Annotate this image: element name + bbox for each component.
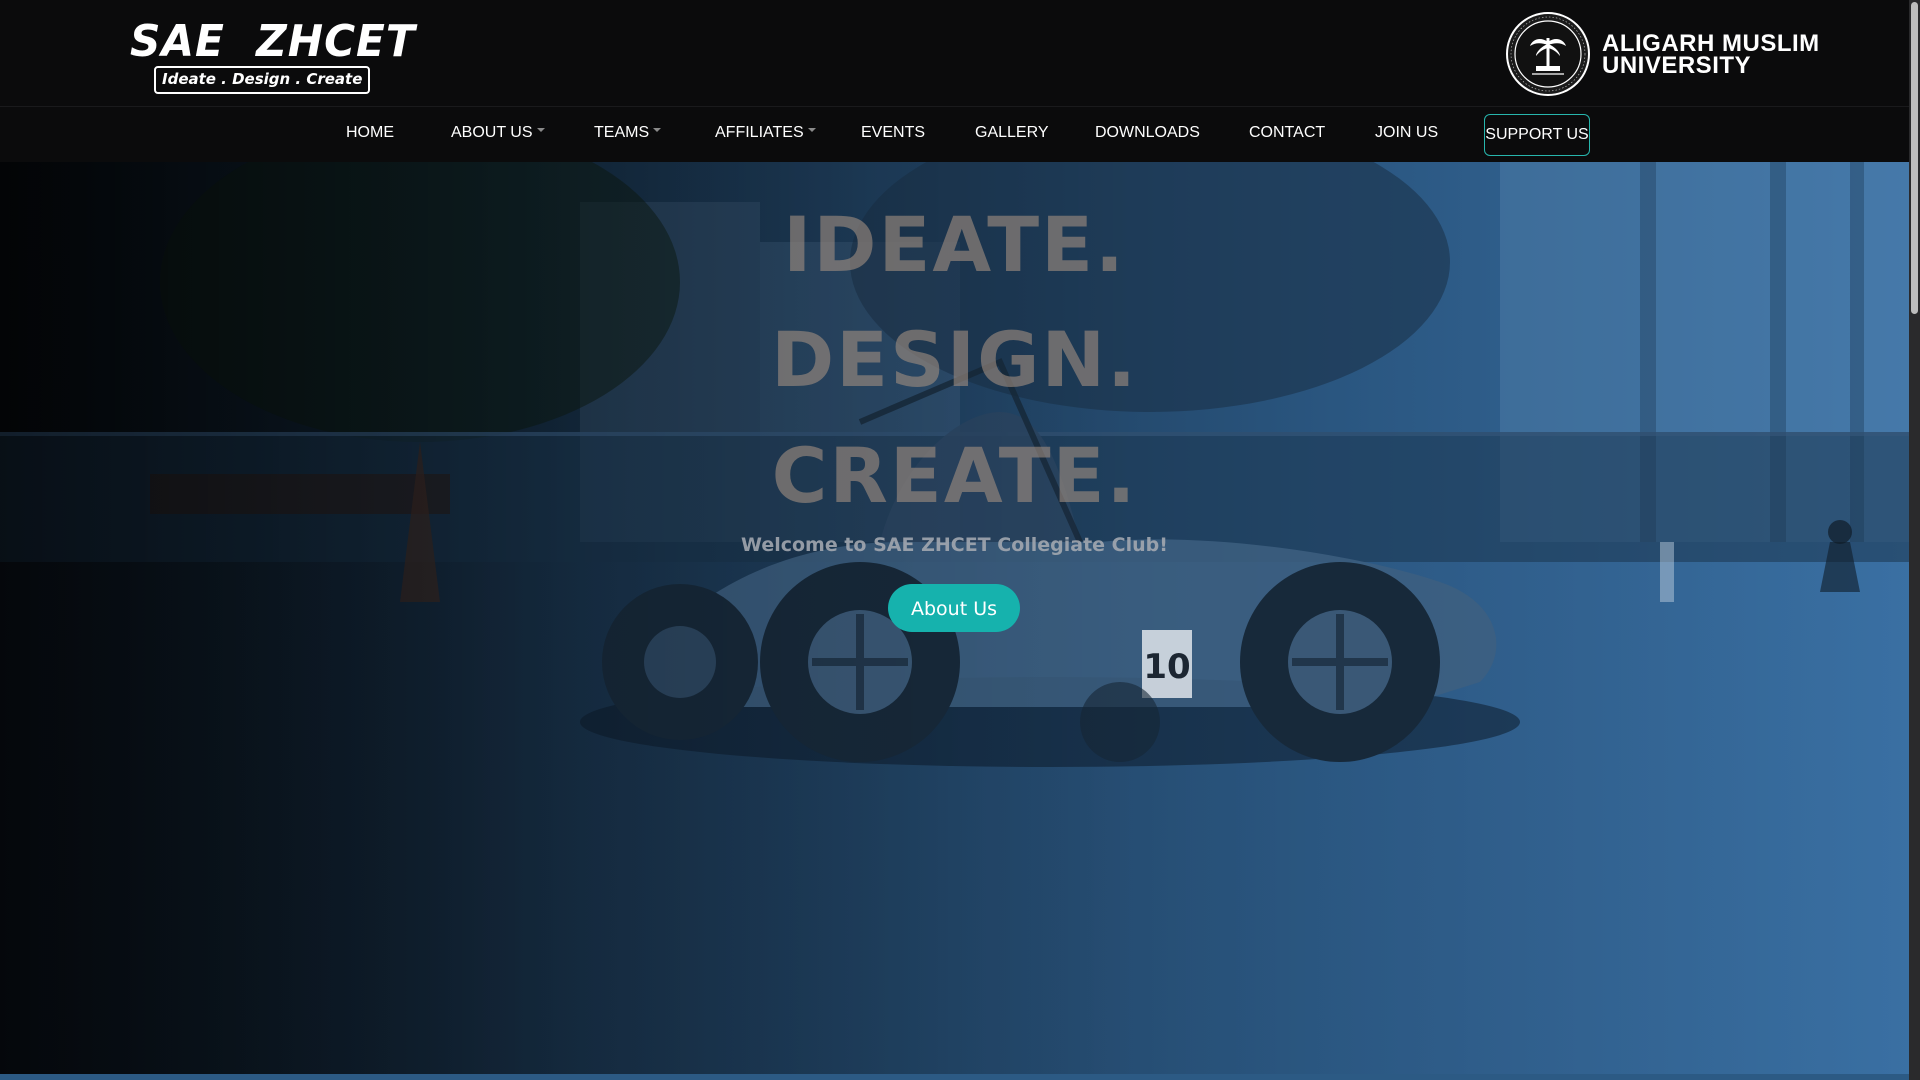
site-header: SAE ZHCET Ideate . Design . Create ALIGA…: [0, 0, 1909, 106]
university-name-line2: UNIVERSITY: [1602, 52, 1752, 79]
brand-tagline: Ideate . Design . Create: [154, 66, 371, 94]
nav-teams-label: TEAMS: [594, 124, 650, 141]
brand-title: SAE ZHCET: [130, 16, 416, 67]
nav-join-us-label: JOIN US: [1375, 124, 1439, 141]
nav-downloads-label: DOWNLOADS: [1095, 124, 1200, 141]
nav-downloads[interactable]: DOWNLOADS: [1095, 107, 1200, 163]
main-nav: HOME ABOUT US TEAMS AFFILIATES EVENTS GA…: [0, 106, 1909, 163]
nav-contact[interactable]: CONTACT: [1249, 107, 1325, 163]
nav-gallery[interactable]: GALLERY: [975, 107, 1049, 163]
nav-contact-label: CONTACT: [1249, 124, 1326, 141]
slogan-design: DESIGN.: [771, 315, 1138, 404]
nav-gallery-label: GALLERY: [975, 124, 1049, 141]
welcome-text: Welcome to SAE ZHCET Collegiate Club!: [741, 534, 1168, 556]
nav-home-label: HOME: [346, 124, 394, 141]
hero-section: 10 IDEATE. DESIGN. CREATE. Welc: [0, 162, 1909, 1074]
slogan-create: CREATE.: [771, 431, 1138, 520]
caret-down-icon: [653, 127, 662, 132]
support-us-button[interactable]: SUPPORT US: [1484, 114, 1590, 156]
slogan-ideate: IDEATE.: [783, 200, 1126, 289]
caret-down-icon: [536, 127, 545, 132]
brand-logo-link[interactable]: SAE ZHCET Ideate . Design . Create: [128, 16, 415, 94]
nav-affiliates[interactable]: AFFILIATES: [715, 107, 816, 163]
nav-about-us[interactable]: ABOUT US: [451, 107, 545, 163]
nav-home[interactable]: HOME: [346, 107, 394, 163]
page: SAE ZHCET Ideate . Design . Create ALIGA…: [0, 0, 1920, 1080]
nav-events[interactable]: EVENTS: [861, 107, 925, 163]
nav-about-us-label: ABOUT US: [451, 124, 533, 141]
nav-affiliates-label: AFFILIATES: [715, 124, 804, 141]
university-logo-link[interactable]: ALIGARH MUSLIM UNIVERSITY: [1506, 12, 1819, 96]
scrollbar-thumb[interactable]: [1911, 2, 1918, 314]
bottom-edge: [0, 1074, 1909, 1080]
amu-seal-icon: [1506, 12, 1590, 96]
nav-teams[interactable]: TEAMS: [594, 107, 662, 163]
page-scrollbar[interactable]: [1909, 0, 1920, 1080]
caret-down-icon: [807, 127, 816, 132]
about-us-button[interactable]: About Us: [888, 584, 1020, 632]
nav-join-us[interactable]: JOIN US: [1375, 107, 1438, 163]
nav-events-label: EVENTS: [861, 124, 926, 141]
